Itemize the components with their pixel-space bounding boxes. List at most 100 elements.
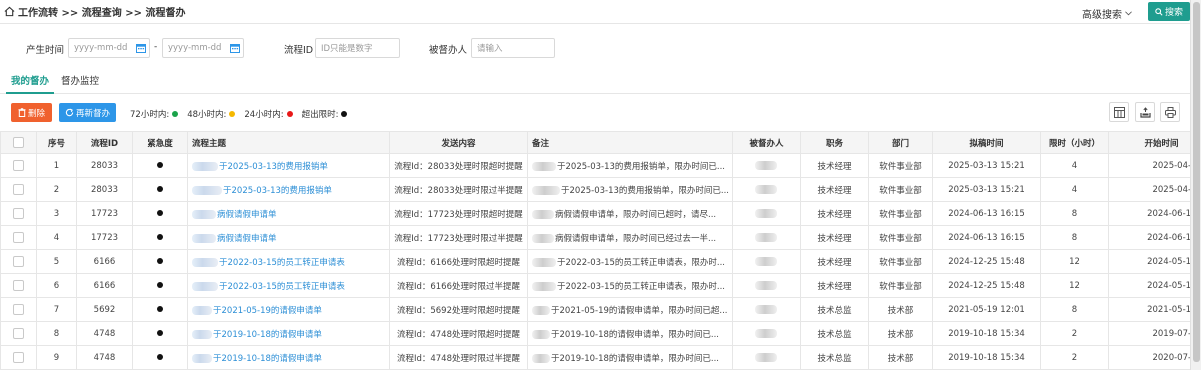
row-checkbox[interactable] <box>13 232 24 243</box>
column-header[interactable]: 序号 <box>36 131 77 154</box>
vertical-scrollbar[interactable] <box>1190 0 1201 370</box>
subject-cell[interactable]: 病假请假申请单 <box>187 201 390 226</box>
filter-bar: 产生时间 yyyy-mm-dd - yyyy-mm-dd 流程ID ID只能是数… <box>0 36 1190 60</box>
subject-cell[interactable]: 于2025-03-13的费用报销单 <box>187 177 390 202</box>
select-all-checkbox[interactable] <box>13 137 24 148</box>
row-checkbox[interactable] <box>13 208 24 219</box>
resupervise-button-label: 再新督办 <box>75 108 110 119</box>
resupervise-button[interactable]: 再新督办 <box>59 103 116 122</box>
row-select[interactable] <box>0 249 37 274</box>
calendar-icon[interactable] <box>136 43 146 53</box>
row-checkbox[interactable] <box>13 352 24 363</box>
redacted-name <box>755 184 777 194</box>
column-header[interactable]: 被督办人 <box>732 131 801 154</box>
row-select[interactable] <box>0 345 37 370</box>
tab-supervision-monitor[interactable]: 督办监控 <box>61 73 99 87</box>
urgency-cell <box>132 321 188 346</box>
row-checkbox[interactable] <box>13 184 24 195</box>
position-cell: 技术经理 <box>800 249 869 274</box>
print-button[interactable] <box>1160 102 1180 122</box>
search-icon <box>1155 7 1163 16</box>
column-header[interactable]: 流程主题 <box>187 131 390 154</box>
subject-link[interactable]: 病假请假申请单 <box>217 234 277 244</box>
table-row[interactable]: 9 4748 于2019-10-18的请假申请单 流程Id：4748处理时限过半提醒 于… <box>0 345 1190 370</box>
subject-cell[interactable]: 于2021-05-19的请假申请单 <box>187 297 390 322</box>
legend-label: 48小时内: <box>187 110 227 120</box>
row-select[interactable] <box>0 177 37 202</box>
redacted-name <box>192 209 216 219</box>
flow-id-cell: 28033 <box>76 153 133 178</box>
note-cell: 于2022-03-15的员工转正申请表，限办时... <box>527 273 733 298</box>
column-header[interactable]: 紧急度 <box>132 131 188 154</box>
table-row[interactable]: 1 28033 于2025-03-13的费用报销单 流程Id：28033处理时限超时提… <box>0 153 1190 178</box>
column-header[interactable]: 发送内容 <box>389 131 528 154</box>
supervisee-cell <box>732 297 801 322</box>
subject-cell[interactable]: 于2019-10-18的请假申请单 <box>187 321 390 346</box>
subject-link[interactable]: 于2019-10-18的请假申请单 <box>213 354 322 364</box>
row-select[interactable] <box>0 273 37 298</box>
table-row[interactable]: 2 28033 于2025-03-13的费用报销单 流程Id：28033处理时限过半提… <box>0 177 1190 202</box>
column-header[interactable]: 备注 <box>527 131 733 154</box>
row-select[interactable] <box>0 297 37 322</box>
tab-my-supervision[interactable]: 我的督办 <box>11 73 49 87</box>
table-row[interactable]: 8 4748 于2019-10-18的请假申请单 流程Id：4748处理时限超时提醒 于… <box>0 321 1190 346</box>
calendar-icon[interactable] <box>230 43 240 53</box>
delete-button[interactable]: 删除 <box>11 103 52 122</box>
note-cell: 于2022-03-15的员工转正申请表，限办时... <box>527 249 733 274</box>
supervisee-cell <box>732 321 801 346</box>
subject-link[interactable]: 于2019-10-18的请假申请单 <box>213 330 322 340</box>
table-row[interactable]: 5 6166 于2022-03-15的员工转正申请表 流程Id：6166处理时限超时提… <box>0 249 1190 274</box>
subject-link[interactable]: 病假请假申请单 <box>217 210 277 220</box>
supervisee-cell <box>732 225 801 250</box>
row-checkbox[interactable] <box>13 256 24 267</box>
subject-cell[interactable]: 于2019-10-18的请假申请单 <box>187 345 390 370</box>
subject-cell[interactable]: 病假请假申请单 <box>187 225 390 250</box>
flow-id-cell: 28033 <box>76 177 133 202</box>
flow-id-input[interactable]: ID只能是数字 <box>315 38 400 58</box>
subject-link[interactable]: 于2022-03-15的员工转正申请表 <box>219 282 345 292</box>
redacted-name <box>755 352 777 362</box>
home-icon[interactable] <box>4 6 15 17</box>
row-number: 3 <box>36 201 77 226</box>
redacted-name <box>755 304 777 314</box>
scrollbar-thumb[interactable] <box>1193 2 1200 362</box>
row-checkbox[interactable] <box>13 328 24 339</box>
column-settings-button[interactable] <box>1109 102 1129 122</box>
subject-link[interactable]: 于2025-03-13的费用报销单 <box>219 162 328 172</box>
row-select[interactable] <box>0 153 37 178</box>
redacted-name <box>192 329 212 339</box>
subject-link[interactable]: 于2022-03-15的员工转正申请表 <box>219 258 345 268</box>
row-checkbox[interactable] <box>13 304 24 315</box>
subject-cell[interactable]: 于2025-03-13的费用报销单 <box>187 153 390 178</box>
date-to-input[interactable]: yyyy-mm-dd <box>162 38 244 58</box>
subject-link[interactable]: 于2021-05-19的请假申请单 <box>213 306 322 316</box>
column-header[interactable]: 流程ID <box>76 131 133 154</box>
subject-cell[interactable]: 于2022-03-15的员工转正申请表 <box>187 249 390 274</box>
column-header[interactable]: 限时（小时） <box>1040 131 1109 154</box>
column-header[interactable]: 拟稿时间 <box>932 131 1041 154</box>
content-cell: 流程Id：6166处理时限过半提醒 <box>389 273 528 298</box>
advanced-search-toggle[interactable]: 高级搜索 <box>1082 6 1132 21</box>
search-button[interactable]: 搜索 <box>1148 2 1190 21</box>
supervisee-input[interactable]: 请输入 <box>471 38 555 58</box>
start-time-cell: 2024-05-16 14 <box>1108 273 1190 298</box>
row-checkbox[interactable] <box>13 280 24 291</box>
table-row[interactable]: 6 6166 于2022-03-15的员工转正申请表 流程Id：6166处理时限过半提… <box>0 273 1190 298</box>
column-header[interactable]: 部门 <box>868 131 933 154</box>
column-header[interactable]: 开始时间 <box>1108 131 1190 154</box>
export-button[interactable] <box>1135 102 1155 122</box>
table-row[interactable]: 3 17723 病假请假申请单 流程Id：17723处理时限超时提醒 病假请假申请单，限… <box>0 201 1190 226</box>
subject-cell[interactable]: 于2022-03-15的员工转正申请表 <box>187 273 390 298</box>
department-cell: 技术部 <box>868 321 933 346</box>
position-cell: 技术总监 <box>800 321 869 346</box>
row-checkbox[interactable] <box>13 160 24 171</box>
table-row[interactable]: 4 17723 病假请假申请单 流程Id：17723处理时限过半提醒 病假请假申请单，限… <box>0 225 1190 250</box>
date-from-input[interactable]: yyyy-mm-dd <box>68 38 150 58</box>
subject-link[interactable]: 于2025-03-13的费用报销单 <box>223 186 332 196</box>
row-select[interactable] <box>0 225 37 250</box>
column-header[interactable]: 职务 <box>800 131 869 154</box>
row-select[interactable] <box>0 201 37 226</box>
table-row[interactable]: 7 5692 于2021-05-19的请假申请单 流程Id：5692处理时限超时提醒 于… <box>0 297 1190 322</box>
row-select[interactable] <box>0 321 37 346</box>
select-all-header[interactable] <box>0 131 37 154</box>
